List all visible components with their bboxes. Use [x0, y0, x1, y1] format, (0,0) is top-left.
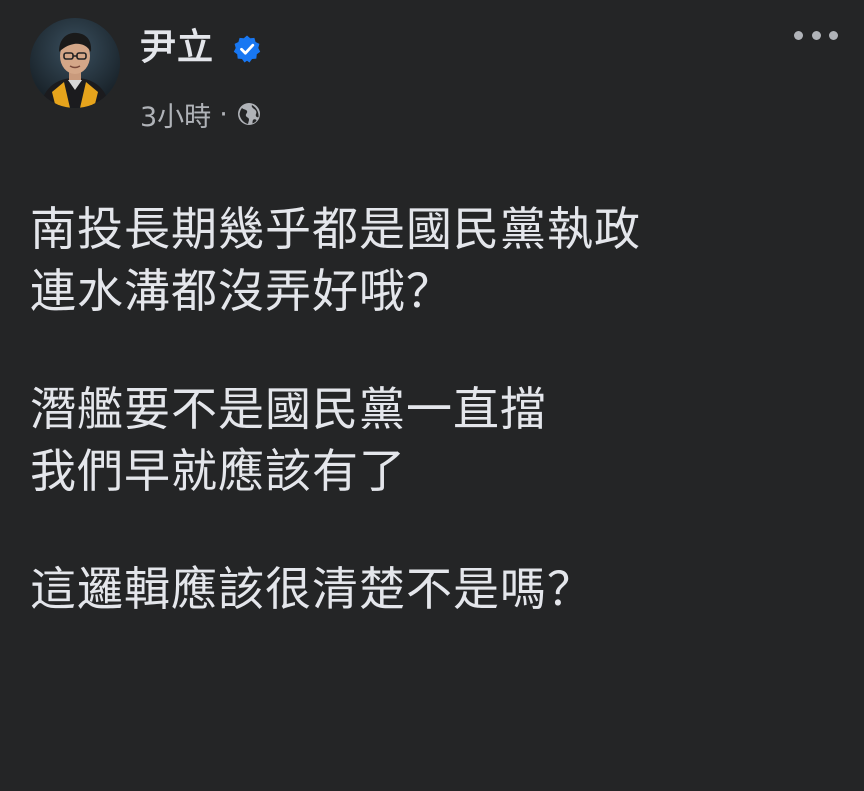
- meta-separator: ·: [219, 98, 228, 130]
- post-text-line: 我們早就應該有了: [30, 444, 406, 498]
- more-options-button[interactable]: [794, 22, 838, 48]
- post-meta: 3小時 ·: [140, 95, 262, 134]
- avatar[interactable]: [30, 18, 120, 108]
- author-name[interactable]: 尹立: [140, 26, 214, 70]
- post-timestamp[interactable]: 3小時: [140, 95, 211, 134]
- post-text-line: 潛艦要不是國民黨一直擋: [30, 382, 547, 436]
- more-dot-icon: [794, 30, 803, 40]
- verified-badge-icon: [233, 35, 261, 63]
- post-text-line: 南投長期幾乎都是國民黨執政: [30, 202, 641, 256]
- avatar-image: [30, 18, 120, 108]
- post-card: 尹立 3小時 · 南投長期幾乎都是國民黨執政 連水溝都沒弄好哦？ 潛艦要不是國民…: [0, 0, 864, 791]
- more-dot-icon: [811, 30, 821, 40]
- more-dot-icon: [829, 30, 838, 40]
- post-text-line: 連水溝都沒弄好哦？: [30, 264, 453, 318]
- post-text: 南投長期幾乎都是國民黨執政 連水溝都沒弄好哦？ 潛艦要不是國民黨一直擋 我們早就…: [30, 198, 850, 620]
- post-text-line: 這邏輯應該很清楚不是嗎？: [30, 562, 594, 616]
- globe-icon[interactable]: [236, 101, 262, 127]
